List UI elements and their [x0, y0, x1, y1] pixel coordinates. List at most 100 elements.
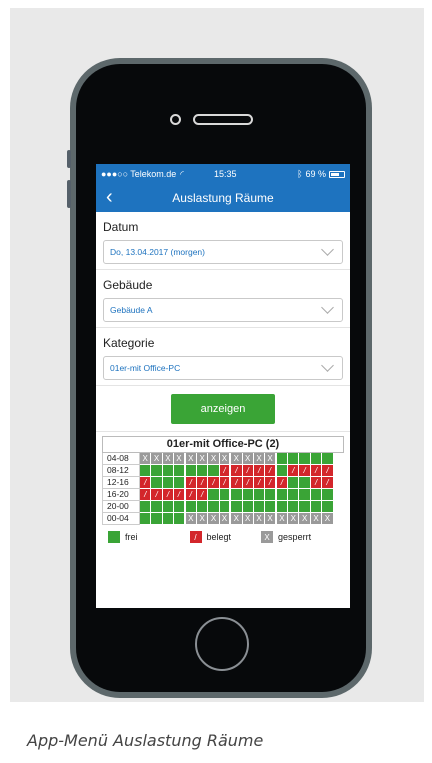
occupied-cell[interactable]: /: [196, 489, 209, 501]
occupied-cell[interactable]: /: [310, 477, 323, 489]
free-cell[interactable]: [185, 465, 197, 477]
blocked-cell[interactable]: X: [265, 513, 277, 525]
occupied-cell[interactable]: /: [231, 477, 243, 489]
free-cell[interactable]: [185, 501, 197, 513]
occupied-cell[interactable]: /: [162, 489, 175, 501]
free-cell[interactable]: [151, 477, 163, 489]
free-cell[interactable]: [151, 465, 163, 477]
occupied-cell[interactable]: /: [151, 489, 163, 501]
home-button[interactable]: [195, 617, 249, 671]
free-cell[interactable]: [242, 489, 254, 501]
free-cell[interactable]: [174, 477, 186, 489]
occupied-cell[interactable]: /: [231, 465, 243, 477]
occupied-cell[interactable]: /: [242, 465, 254, 477]
occupied-cell[interactable]: /: [196, 477, 209, 489]
blocked-cell[interactable]: X: [196, 513, 209, 525]
occupied-cell[interactable]: /: [265, 477, 277, 489]
free-cell[interactable]: [140, 513, 152, 525]
free-cell[interactable]: [265, 501, 277, 513]
free-cell[interactable]: [288, 477, 300, 489]
blocked-cell[interactable]: X: [265, 453, 277, 465]
chevron-left-icon[interactable]: ‹: [106, 187, 113, 207]
free-cell[interactable]: [162, 513, 175, 525]
free-cell[interactable]: [162, 501, 175, 513]
blocked-cell[interactable]: X: [219, 453, 232, 465]
occupied-cell[interactable]: /: [185, 477, 197, 489]
free-cell[interactable]: [174, 501, 186, 513]
blocked-cell[interactable]: X: [185, 513, 197, 525]
free-cell[interactable]: [162, 465, 175, 477]
occupied-cell[interactable]: /: [310, 465, 323, 477]
occupied-cell[interactable]: /: [208, 477, 220, 489]
blocked-cell[interactable]: X: [208, 453, 220, 465]
free-cell[interactable]: [151, 513, 163, 525]
free-cell[interactable]: [231, 489, 243, 501]
occupied-cell[interactable]: /: [288, 465, 300, 477]
blocked-cell[interactable]: X: [322, 513, 334, 525]
blocked-cell[interactable]: X: [140, 453, 152, 465]
free-cell[interactable]: [310, 501, 323, 513]
free-cell[interactable]: [299, 501, 311, 513]
free-cell[interactable]: [276, 489, 289, 501]
free-cell[interactable]: [219, 501, 232, 513]
free-cell[interactable]: [140, 465, 152, 477]
occupied-cell[interactable]: /: [219, 465, 232, 477]
occupied-cell[interactable]: /: [276, 477, 289, 489]
free-cell[interactable]: [196, 465, 209, 477]
blocked-cell[interactable]: X: [276, 513, 289, 525]
blocked-cell[interactable]: X: [288, 513, 300, 525]
occupied-cell[interactable]: /: [219, 477, 232, 489]
free-cell[interactable]: [276, 453, 289, 465]
free-cell[interactable]: [231, 501, 243, 513]
occupied-cell[interactable]: /: [253, 477, 266, 489]
blocked-cell[interactable]: X: [253, 513, 266, 525]
free-cell[interactable]: [162, 477, 175, 489]
free-cell[interactable]: [253, 489, 266, 501]
free-cell[interactable]: [196, 501, 209, 513]
free-cell[interactable]: [219, 489, 232, 501]
free-cell[interactable]: [322, 453, 334, 465]
free-cell[interactable]: [299, 489, 311, 501]
free-cell[interactable]: [276, 465, 289, 477]
free-cell[interactable]: [208, 465, 220, 477]
free-cell[interactable]: [265, 489, 277, 501]
free-cell[interactable]: [310, 489, 323, 501]
free-cell[interactable]: [242, 501, 254, 513]
blocked-cell[interactable]: X: [242, 513, 254, 525]
free-cell[interactable]: [174, 513, 186, 525]
free-cell[interactable]: [151, 501, 163, 513]
free-cell[interactable]: [299, 477, 311, 489]
occupied-cell[interactable]: /: [265, 465, 277, 477]
free-cell[interactable]: [310, 453, 323, 465]
occupied-cell[interactable]: /: [299, 465, 311, 477]
free-cell[interactable]: [299, 453, 311, 465]
occupied-cell[interactable]: /: [140, 477, 152, 489]
blocked-cell[interactable]: X: [162, 453, 175, 465]
blocked-cell[interactable]: X: [242, 453, 254, 465]
free-cell[interactable]: [208, 501, 220, 513]
free-cell[interactable]: [140, 501, 152, 513]
category-select[interactable]: 01er-mit Office-PC: [103, 356, 343, 380]
blocked-cell[interactable]: X: [196, 453, 209, 465]
blocked-cell[interactable]: X: [185, 453, 197, 465]
blocked-cell[interactable]: X: [299, 513, 311, 525]
blocked-cell[interactable]: X: [310, 513, 323, 525]
free-cell[interactable]: [288, 501, 300, 513]
free-cell[interactable]: [276, 501, 289, 513]
occupied-cell[interactable]: /: [185, 489, 197, 501]
free-cell[interactable]: [322, 489, 334, 501]
occupied-cell[interactable]: /: [322, 477, 334, 489]
free-cell[interactable]: [288, 453, 300, 465]
blocked-cell[interactable]: X: [231, 513, 243, 525]
date-select[interactable]: Do, 13.04.2017 (morgen): [103, 240, 343, 264]
occupied-cell[interactable]: /: [242, 477, 254, 489]
blocked-cell[interactable]: X: [231, 453, 243, 465]
blocked-cell[interactable]: X: [253, 453, 266, 465]
free-cell[interactable]: [288, 489, 300, 501]
free-cell[interactable]: [253, 501, 266, 513]
occupied-cell[interactable]: /: [322, 465, 334, 477]
blocked-cell[interactable]: X: [174, 453, 186, 465]
occupied-cell[interactable]: /: [253, 465, 266, 477]
blocked-cell[interactable]: X: [208, 513, 220, 525]
free-cell[interactable]: [322, 501, 334, 513]
